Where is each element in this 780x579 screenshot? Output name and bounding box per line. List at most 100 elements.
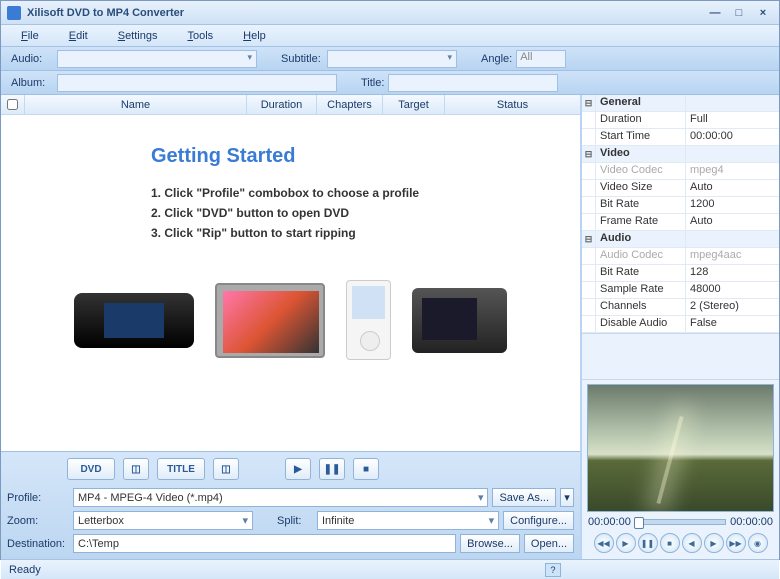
- dvd-button[interactable]: DVD: [67, 458, 115, 480]
- bottom-panel: DVD ◫ TITLE ◫ ▶ ❚❚ ■ Profile: MP4 - MPEG…: [1, 451, 580, 559]
- prop-start-key: Start Time: [596, 129, 686, 145]
- property-description: [582, 334, 779, 380]
- options-row-1: Audio: Subtitle: Angle: All: [1, 47, 779, 71]
- save-as-button[interactable]: Save As...: [492, 488, 556, 507]
- group-video: Video: [596, 146, 686, 162]
- prop-vfr-val[interactable]: Auto: [686, 214, 779, 230]
- destination-input[interactable]: C:\Temp: [73, 534, 456, 553]
- album-input[interactable]: [57, 74, 337, 92]
- property-grid: ⊟General DurationFull Start Time00:00:00…: [582, 95, 779, 334]
- list-header: Name Duration Chapters Target Status: [1, 95, 580, 115]
- disc-options-button[interactable]: ◫: [123, 458, 149, 480]
- prop-acodec-key: Audio Codec: [596, 248, 686, 264]
- menu-help[interactable]: Help: [243, 30, 266, 42]
- profile-label: Profile:: [7, 492, 69, 504]
- profile-combobox[interactable]: MP4 - MPEG-4 Video (*.mp4): [73, 488, 488, 507]
- prop-adis-key: Disable Audio: [596, 316, 686, 332]
- prop-ach-val[interactable]: 2 (Stereo): [686, 299, 779, 315]
- step-1: 1. Click "Profile" combobox to choose a …: [151, 186, 520, 200]
- preview-controls: ◀◀ ▶ ❚❚ ■ ◀ ▶ ▶▶ ◉: [584, 530, 777, 556]
- menu-edit[interactable]: Edit: [69, 30, 88, 42]
- prop-adis-val[interactable]: False: [686, 316, 779, 332]
- prop-abr-val[interactable]: 128: [686, 265, 779, 281]
- audio-select[interactable]: [57, 50, 257, 68]
- title-input[interactable]: [388, 74, 558, 92]
- col-chapters[interactable]: Chapters: [317, 95, 383, 114]
- col-name[interactable]: Name: [25, 95, 247, 114]
- subtitle-label: Subtitle:: [277, 53, 327, 65]
- angle-label: Angle:: [477, 53, 516, 65]
- pv-play-button[interactable]: ▶: [616, 533, 636, 553]
- title-label: Title:: [357, 77, 388, 89]
- prop-vfr-key: Frame Rate: [596, 214, 686, 230]
- split-label: Split:: [277, 515, 313, 527]
- pv-stop-button[interactable]: ■: [660, 533, 680, 553]
- group-audio: Audio: [596, 231, 686, 247]
- pv-back-button[interactable]: ◀: [682, 533, 702, 553]
- step-3: 3. Click "Rip" button to start ripping: [151, 226, 520, 240]
- select-all-checkbox[interactable]: [1, 95, 25, 114]
- pv-pause-button[interactable]: ❚❚: [638, 533, 658, 553]
- split-select[interactable]: Infinite: [317, 511, 499, 530]
- col-duration[interactable]: Duration: [247, 95, 317, 114]
- stop-button[interactable]: ■: [353, 458, 379, 480]
- menu-tools[interactable]: Tools: [187, 30, 213, 42]
- angle-select[interactable]: All: [516, 50, 566, 68]
- device-camera-icon: [215, 283, 325, 358]
- pv-prev-button[interactable]: ◀◀: [594, 533, 614, 553]
- pause-button[interactable]: ❚❚: [319, 458, 345, 480]
- preview-seek-slider[interactable]: [635, 519, 726, 525]
- configure-button[interactable]: Configure...: [503, 511, 574, 530]
- prop-vcodec-key: Video Codec: [596, 163, 686, 179]
- destination-label: Destination:: [7, 538, 69, 550]
- preview-time-start: 00:00:00: [588, 516, 631, 528]
- prop-asr-val[interactable]: 48000: [686, 282, 779, 298]
- collapse-general-icon[interactable]: ⊟: [582, 95, 596, 111]
- col-target[interactable]: Target: [383, 95, 445, 114]
- album-label: Album:: [7, 77, 57, 89]
- prop-vsize-val[interactable]: Auto: [686, 180, 779, 196]
- zoom-label: Zoom:: [7, 515, 69, 527]
- title-options-button[interactable]: ◫: [213, 458, 239, 480]
- prop-start-val[interactable]: 00:00:00: [686, 129, 779, 145]
- app-logo-icon: [7, 6, 21, 20]
- col-status[interactable]: Status: [445, 95, 580, 114]
- pv-next-button[interactable]: ▶▶: [726, 533, 746, 553]
- collapse-audio-icon[interactable]: ⊟: [582, 231, 596, 247]
- status-bar: Ready ?: [1, 559, 779, 579]
- subtitle-select[interactable]: [327, 50, 457, 68]
- device-psp-icon: [74, 293, 194, 348]
- getting-started-heading: Getting Started: [151, 145, 520, 168]
- rip-button[interactable]: ▶: [285, 458, 311, 480]
- title-button[interactable]: TITLE: [157, 458, 205, 480]
- menu-settings[interactable]: Settings: [118, 30, 158, 42]
- prop-vbr-key: Bit Rate: [596, 197, 686, 213]
- prop-duration-val[interactable]: Full: [686, 112, 779, 128]
- app-title: Xilisoft DVD to MP4 Converter: [27, 7, 701, 19]
- close-button[interactable]: ×: [753, 5, 773, 21]
- preview-panel: 00:00:00 00:00:00 ◀◀ ▶ ❚❚ ■ ◀ ▶ ▶▶ ◉: [582, 380, 779, 559]
- device-images: [61, 280, 520, 360]
- browse-button[interactable]: Browse...: [460, 534, 520, 553]
- help-icon[interactable]: ?: [545, 563, 561, 577]
- step-2: 2. Click "DVD" button to open DVD: [151, 206, 520, 220]
- prop-abr-key: Bit Rate: [596, 265, 686, 281]
- prop-vbr-val[interactable]: 1200: [686, 197, 779, 213]
- properties-panel: ⊟General DurationFull Start Time00:00:00…: [582, 95, 779, 559]
- menu-file[interactable]: File: [21, 30, 39, 42]
- open-button[interactable]: Open...: [524, 534, 574, 553]
- zoom-select[interactable]: Letterbox: [73, 511, 253, 530]
- control-buttons: DVD ◫ TITLE ◫ ▶ ❚❚ ■: [7, 456, 574, 486]
- audio-label: Audio:: [7, 53, 57, 65]
- maximize-button[interactable]: □: [729, 5, 749, 21]
- prop-duration-key: Duration: [596, 112, 686, 128]
- pv-fwd-button[interactable]: ▶: [704, 533, 724, 553]
- minimize-button[interactable]: —: [705, 5, 725, 21]
- options-row-2: Album: Title:: [1, 71, 779, 95]
- prop-ach-key: Channels: [596, 299, 686, 315]
- prop-vsize-key: Video Size: [596, 180, 686, 196]
- profile-menu-button[interactable]: ▾: [560, 488, 574, 507]
- pv-snapshot-button[interactable]: ◉: [748, 533, 768, 553]
- prop-vcodec-val: mpeg4: [686, 163, 779, 179]
- collapse-video-icon[interactable]: ⊟: [582, 146, 596, 162]
